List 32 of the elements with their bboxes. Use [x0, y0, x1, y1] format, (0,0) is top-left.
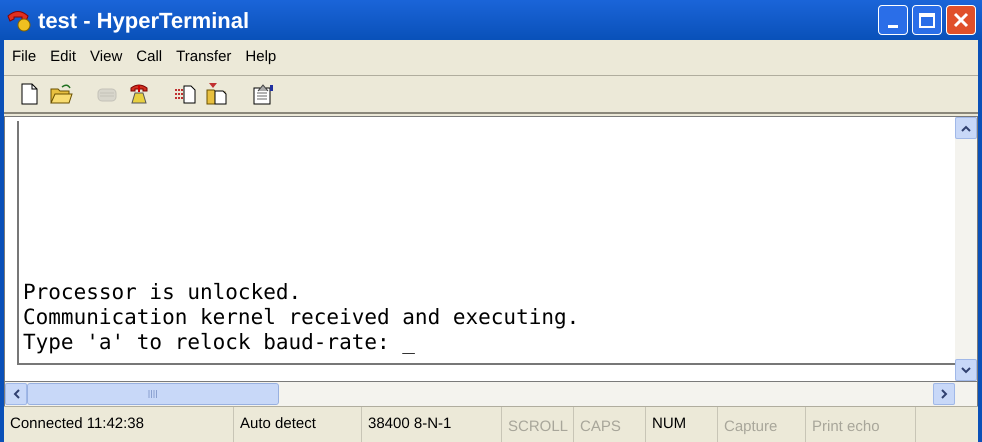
minimize-button[interactable] [878, 5, 908, 35]
terminal-line: Communication kernel received and executing. [23, 305, 580, 330]
maximize-icon [919, 12, 935, 28]
grip-icon [148, 390, 158, 398]
status-panel: SCROLL [502, 407, 574, 442]
status-panel: Print echo [806, 407, 916, 442]
scroll-thumb[interactable] [27, 383, 279, 405]
scroll-right-button[interactable] [933, 383, 955, 405]
close-button[interactable] [946, 5, 976, 35]
maximize-button[interactable] [912, 5, 942, 35]
terminal-line: Processor is unlocked. [23, 280, 302, 305]
menu-item[interactable]: Transfer [176, 46, 232, 69]
menu-item[interactable]: Help [245, 46, 276, 69]
terminal-line: Type 'a' to relock baud-rate: _ [23, 330, 416, 355]
vertical-scrollbar[interactable] [955, 117, 977, 381]
close-icon [953, 12, 969, 28]
status-panel: Capture [718, 407, 806, 442]
menu-item[interactable]: View [90, 46, 122, 69]
menu-item[interactable]: Edit [50, 46, 76, 69]
status-panel: 38400 8-N-1 [362, 407, 502, 442]
minimize-icon [888, 25, 898, 28]
status-panel: Connected 11:42:38 [4, 407, 234, 442]
window-title: test - HyperTerminal [38, 6, 250, 35]
menu-item[interactable]: Call [136, 46, 162, 69]
horizontal-scrollbar[interactable] [4, 382, 978, 406]
scroll-up-button[interactable] [955, 117, 977, 139]
status-panel: Auto detect [234, 407, 362, 442]
status-panel: NUM [646, 407, 718, 442]
scroll-left-button[interactable] [5, 383, 27, 405]
status-panel: CAPS [574, 407, 646, 442]
menu-item[interactable]: File [12, 46, 36, 69]
scroll-down-button[interactable] [955, 359, 977, 381]
